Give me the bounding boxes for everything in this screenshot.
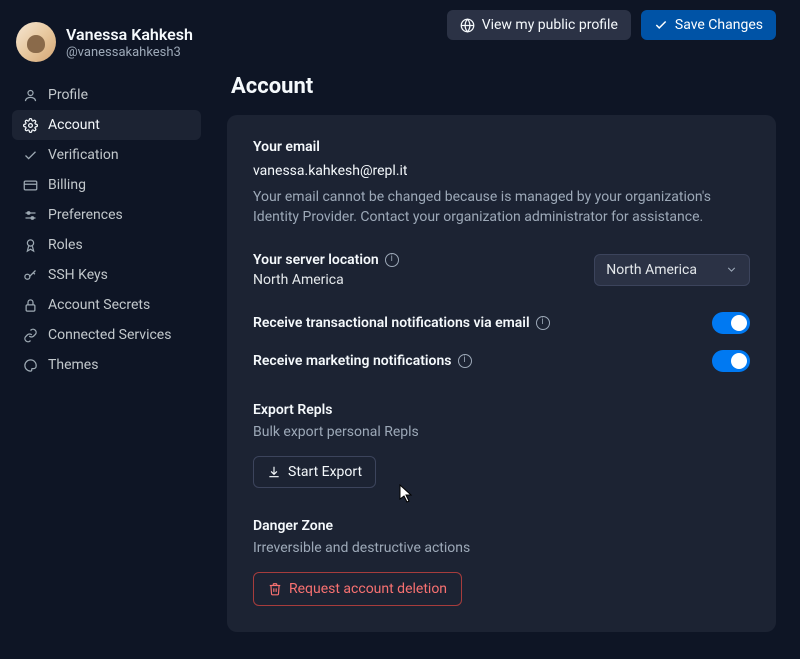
sidebar-item-connected-services[interactable]: Connected Services	[12, 320, 201, 350]
button-label: Request account deletion	[289, 581, 447, 597]
check-icon	[22, 147, 38, 163]
sidebar-item-label: Connected Services	[48, 327, 171, 343]
server-location-row: Your server location i North America Nor…	[253, 252, 750, 288]
lock-icon	[22, 297, 38, 313]
danger-zone-section: Danger Zone Irreversible and destructive…	[253, 518, 750, 606]
sidebar-item-label: Roles	[48, 237, 83, 253]
marketing-toggle[interactable]	[712, 350, 750, 372]
sidebar-item-roles[interactable]: Roles	[12, 230, 201, 260]
main: View my public profile Save Changes Acco…	[213, 0, 800, 659]
sidebar-item-themes[interactable]: Themes	[12, 350, 201, 380]
sidebar-item-account[interactable]: Account	[12, 110, 201, 140]
view-public-profile-button[interactable]: View my public profile	[447, 10, 631, 40]
nav-list: Profile Account Verification Billing	[12, 80, 201, 380]
info-icon[interactable]: i	[458, 354, 472, 368]
badge-icon	[22, 237, 38, 253]
page-title: Account	[231, 74, 776, 99]
user-icon	[22, 87, 38, 103]
card-icon	[22, 177, 38, 193]
sidebar-item-label: Verification	[48, 147, 119, 163]
button-label: Save Changes	[675, 17, 763, 33]
email-note: Your email cannot be changed because is …	[253, 187, 723, 228]
check-icon	[654, 18, 668, 32]
sidebar-item-label: Account Secrets	[48, 297, 150, 313]
sidebar-item-label: Preferences	[48, 207, 123, 223]
gear-icon	[22, 117, 38, 133]
email-section: Your email vanessa.kahkesh@repl.it Your …	[253, 139, 750, 228]
download-icon	[267, 465, 281, 479]
marketing-label: Receive marketing notifications	[253, 353, 452, 369]
info-icon[interactable]: i	[385, 253, 399, 267]
profile-header: Vanessa Kahkesh @vanessakahkesh3	[12, 22, 201, 76]
transactional-notifications-row: Receive transactional notifications via …	[253, 312, 750, 334]
export-section: Export Repls Bulk export personal Repls …	[253, 402, 750, 488]
select-value: North America	[606, 262, 697, 278]
link-icon	[22, 327, 38, 343]
save-changes-button[interactable]: Save Changes	[641, 10, 776, 40]
sidebar-item-label: Billing	[48, 177, 86, 193]
sidebar-item-label: Profile	[48, 87, 88, 103]
export-subtitle: Bulk export personal Repls	[253, 422, 750, 442]
marketing-notifications-row: Receive marketing notifications i	[253, 350, 750, 372]
palette-icon	[22, 357, 38, 373]
sidebar: Vanessa Kahkesh @vanessakahkesh3 Profile…	[0, 0, 213, 659]
sidebar-item-billing[interactable]: Billing	[12, 170, 201, 200]
sidebar-item-verification[interactable]: Verification	[12, 140, 201, 170]
profile-handle: @vanessakahkesh3	[66, 45, 193, 60]
topbar: View my public profile Save Changes	[227, 10, 776, 40]
request-account-deletion-button[interactable]: Request account deletion	[253, 572, 462, 606]
key-icon	[22, 267, 38, 283]
sidebar-item-label: Themes	[48, 357, 98, 373]
account-panel: Your email vanessa.kahkesh@repl.it Your …	[227, 115, 776, 632]
sidebar-item-account-secrets[interactable]: Account Secrets	[12, 290, 201, 320]
sidebar-item-label: SSH Keys	[48, 267, 108, 283]
server-location-label: Your server location	[253, 252, 379, 268]
avatar	[16, 22, 56, 62]
chevron-down-icon	[725, 263, 738, 276]
sidebar-item-preferences[interactable]: Preferences	[12, 200, 201, 230]
danger-subtitle: Irreversible and destructive actions	[253, 538, 750, 558]
info-icon[interactable]: i	[536, 316, 550, 330]
profile-name: Vanessa Kahkesh	[66, 25, 193, 44]
sidebar-item-ssh-keys[interactable]: SSH Keys	[12, 260, 201, 290]
email-value: vanessa.kahkesh@repl.it	[253, 163, 750, 179]
email-label: Your email	[253, 139, 750, 155]
sidebar-item-label: Account	[48, 117, 100, 133]
server-location-select[interactable]: North America	[594, 254, 750, 286]
sidebar-item-profile[interactable]: Profile	[12, 80, 201, 110]
button-label: View my public profile	[482, 17, 618, 33]
sliders-icon	[22, 207, 38, 223]
export-title: Export Repls	[253, 402, 750, 418]
server-location-value: North America	[253, 272, 399, 288]
globe-icon	[460, 18, 475, 33]
button-label: Start Export	[288, 464, 362, 480]
danger-title: Danger Zone	[253, 518, 750, 534]
transactional-label: Receive transactional notifications via …	[253, 315, 530, 331]
trash-icon	[268, 582, 282, 596]
start-export-button[interactable]: Start Export	[253, 456, 376, 488]
transactional-toggle[interactable]	[712, 312, 750, 334]
